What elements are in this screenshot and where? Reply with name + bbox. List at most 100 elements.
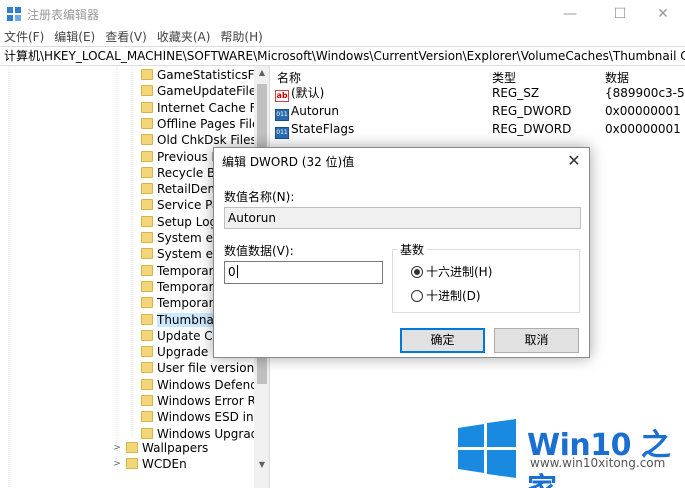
tree-item[interactable]: Offline Pages File bbox=[141, 116, 259, 132]
tree-item[interactable]: System err bbox=[141, 230, 223, 246]
menu-edit[interactable]: 编辑(E) bbox=[50, 28, 101, 46]
dialog-title: 编辑 DWORD (32 位)值 bbox=[222, 155, 355, 169]
menu-favorites[interactable]: 收藏夹(A) bbox=[153, 28, 217, 46]
minimize-button[interactable]: — bbox=[547, 0, 593, 28]
tree-item-label: GameUpdateFiles bbox=[157, 84, 263, 99]
tree-item-label: Service Pa bbox=[157, 198, 220, 213]
folder-icon bbox=[126, 458, 138, 469]
value-name: StateFlags bbox=[291, 122, 355, 136]
menu-view[interactable]: 查看(V) bbox=[101, 28, 153, 46]
tree-item-label: Temporary bbox=[157, 279, 221, 294]
tree-item-label: Windows Error Re bbox=[157, 394, 263, 408]
tree-item-label: Recycle Bi bbox=[157, 165, 219, 180]
value-name: (默认) bbox=[291, 86, 325, 100]
folder-icon bbox=[141, 150, 153, 162]
binary-value-icon: 011 bbox=[275, 127, 289, 139]
base-groupbox bbox=[392, 249, 580, 313]
menu-file[interactable]: 文件(F) bbox=[0, 28, 50, 46]
tree-item-label: Old ChkDsk Files bbox=[157, 133, 257, 148]
folder-icon bbox=[141, 427, 153, 439]
dialog-close-icon[interactable]: ✕ bbox=[562, 149, 586, 173]
ok-button[interactable]: 确定 bbox=[400, 328, 485, 353]
expand-chevron-icon[interactable]: > bbox=[112, 440, 122, 456]
tree-item[interactable]: Old ChkDsk Files bbox=[141, 132, 257, 148]
column-header-data[interactable]: 数据 bbox=[605, 69, 629, 86]
value-data: 0x00000001 (1 bbox=[605, 104, 685, 118]
tree-item[interactable]: Temporary bbox=[141, 295, 221, 311]
tree-item-label: Windows Defende bbox=[157, 377, 266, 392]
scroll-up-arrow-icon[interactable]: ▲ bbox=[254, 66, 269, 80]
tree-item-label: Setup Log bbox=[157, 214, 218, 229]
value-data-input[interactable]: 0 bbox=[224, 261, 383, 284]
tree-guide-lines bbox=[8, 66, 133, 488]
radio-decimal[interactable]: 十进制(D) bbox=[411, 289, 481, 303]
watermark-url: www.win10xitong.com bbox=[530, 456, 666, 470]
folder-icon bbox=[141, 411, 153, 423]
tree-item-label: Thumbnai bbox=[157, 312, 218, 327]
radio-unchecked-icon bbox=[411, 290, 423, 302]
expand-chevron-icon[interactable]: > bbox=[112, 456, 122, 472]
tree-item[interactable]: Windows ESD inst bbox=[141, 409, 265, 425]
folder-icon bbox=[141, 69, 153, 80]
value-data: 0x00000001 (1 bbox=[605, 122, 685, 136]
close-window-button[interactable]: ✕ bbox=[640, 0, 685, 28]
value-row[interactable]: ab(默认) REG_SZ {889900c3-59f bbox=[272, 85, 685, 102]
windows-logo-icon bbox=[458, 419, 516, 478]
tree-item[interactable]: Temporary bbox=[141, 263, 221, 279]
tree-item-label: Temporary bbox=[157, 263, 221, 278]
tree-item[interactable]: Internet Cache Fil bbox=[141, 100, 262, 116]
tree-item-label: GameStatisticsFile bbox=[157, 68, 268, 82]
title-bar: 注册表编辑器 — ☐ ✕ bbox=[0, 0, 685, 28]
folder-icon bbox=[141, 215, 153, 227]
regedit-app-icon bbox=[7, 7, 21, 21]
binary-value-icon: 011 bbox=[275, 109, 289, 121]
tree-item[interactable]: RetailDem bbox=[141, 181, 219, 197]
tree-item[interactable]: System err bbox=[141, 246, 223, 262]
tree-item[interactable]: Service Pa bbox=[141, 197, 219, 213]
cancel-button[interactable]: 取消 bbox=[494, 328, 579, 353]
folder-icon bbox=[126, 442, 138, 453]
menu-help[interactable]: 帮助(H) bbox=[216, 28, 268, 46]
folder-icon bbox=[141, 248, 153, 260]
folder-icon bbox=[141, 313, 153, 325]
maximize-button[interactable]: ☐ bbox=[597, 0, 643, 28]
tree-item-label: Offline Pages File bbox=[157, 116, 260, 131]
scroll-down-arrow-icon[interactable]: ▼ bbox=[254, 458, 269, 472]
folder-icon bbox=[141, 395, 153, 406]
tree-item-label: Windows ESD inst bbox=[157, 410, 265, 425]
value-type: REG_DWORD bbox=[492, 104, 572, 118]
win10-watermark: Win10 之家 www.win10xitong.com bbox=[452, 412, 685, 488]
tree-item-label: Upgrade D bbox=[157, 345, 222, 360]
value-data: {889900c3-59f bbox=[605, 86, 685, 100]
tree-item[interactable]: GameUpdateFiles bbox=[141, 83, 263, 99]
address-bar[interactable]: 计算机\HKEY_LOCAL_MACHINE\SOFTWARE\Microsof… bbox=[0, 46, 685, 66]
tree-item-wallpapers[interactable]: > Wallpapers bbox=[113, 440, 208, 456]
value-row[interactable]: 011StateFlags REG_DWORD 0x00000001 (1 bbox=[272, 121, 685, 139]
value-type: REG_SZ bbox=[492, 86, 540, 100]
tree-item-label: Windows Upgrad bbox=[157, 426, 259, 441]
tree-item[interactable]: Thumbnai bbox=[141, 312, 218, 328]
folder-icon bbox=[141, 264, 153, 276]
tree-item-wcden[interactable]: > WCDEn bbox=[113, 456, 186, 472]
tree-item[interactable]: Update Cl bbox=[141, 328, 216, 344]
tree-item[interactable]: Temporary bbox=[141, 279, 221, 295]
radio-hexadecimal[interactable]: 十六进制(H) bbox=[411, 265, 492, 279]
tree-item[interactable]: Windows Defende bbox=[141, 377, 265, 393]
tree-item[interactable]: Windows Error Re bbox=[141, 393, 263, 409]
tree-item[interactable]: Setup Log bbox=[141, 214, 217, 230]
tree-item-label: Internet Cache Fil bbox=[157, 100, 263, 115]
folder-icon bbox=[141, 346, 153, 358]
base-group-title: 基数 bbox=[397, 241, 428, 258]
folder-icon bbox=[141, 329, 153, 341]
column-header-name[interactable]: 名称 bbox=[277, 69, 301, 86]
tree-item[interactable]: Upgrade D bbox=[141, 344, 221, 360]
value-row[interactable]: 011Autorun REG_DWORD 0x00000001 (1 bbox=[272, 103, 685, 121]
column-header-type[interactable]: 类型 bbox=[492, 69, 516, 86]
tree-item[interactable]: GameStatisticsFile bbox=[141, 67, 268, 83]
tree-item[interactable]: Recycle Bi bbox=[141, 165, 219, 181]
folder-icon bbox=[141, 117, 153, 129]
tree-item[interactable]: Previous In bbox=[141, 149, 223, 165]
tree-item-label: User file versions bbox=[157, 361, 261, 376]
value-name-label: 数值名称(N): bbox=[224, 190, 295, 204]
tree-item[interactable]: User file versions bbox=[141, 360, 260, 376]
